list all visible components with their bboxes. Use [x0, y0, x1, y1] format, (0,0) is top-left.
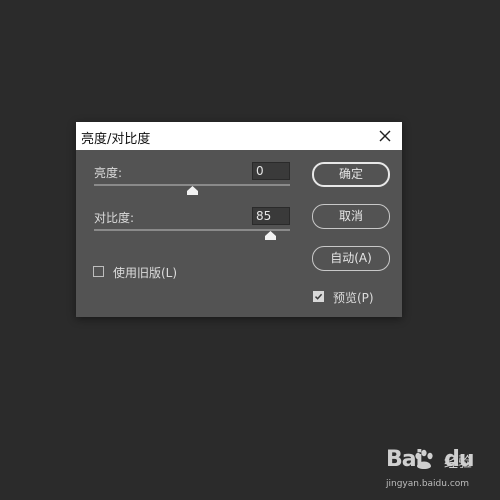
- dialog-title: 亮度/对比度: [81, 132, 151, 147]
- contrast-slider-thumb[interactable]: [264, 231, 276, 240]
- contrast-input[interactable]: 85: [252, 207, 290, 225]
- watermark-url: jingyan.baidu.com: [386, 479, 470, 489]
- close-icon[interactable]: [376, 127, 394, 145]
- preview-checkbox[interactable]: [313, 291, 324, 302]
- watermark-cn-text: 经验: [444, 455, 472, 471]
- brightness-contrast-dialog: 亮度/对比度 亮度: 0 对比度: 85 确定 取消 自动(A) 使用旧版(L)…: [76, 122, 402, 317]
- brightness-slider-thumb[interactable]: [186, 186, 198, 195]
- legacy-label: 使用旧版(L): [113, 266, 178, 280]
- auto-button[interactable]: 自动(A): [312, 246, 390, 271]
- baidu-jingyan-watermark: Bai du 经验 jingyan.baidu.com: [386, 447, 496, 497]
- legacy-checkbox[interactable]: [93, 266, 104, 277]
- cancel-button[interactable]: 取消: [312, 204, 390, 229]
- paw-icon: [413, 449, 435, 477]
- contrast-label: 对比度:: [94, 211, 135, 225]
- preview-label: 预览(P): [333, 291, 374, 305]
- brightness-input[interactable]: 0: [252, 162, 290, 180]
- ok-button[interactable]: 确定: [312, 162, 390, 187]
- contrast-slider-track[interactable]: [94, 229, 290, 231]
- dialog-titlebar: 亮度/对比度: [76, 122, 402, 150]
- brightness-label: 亮度:: [94, 166, 123, 180]
